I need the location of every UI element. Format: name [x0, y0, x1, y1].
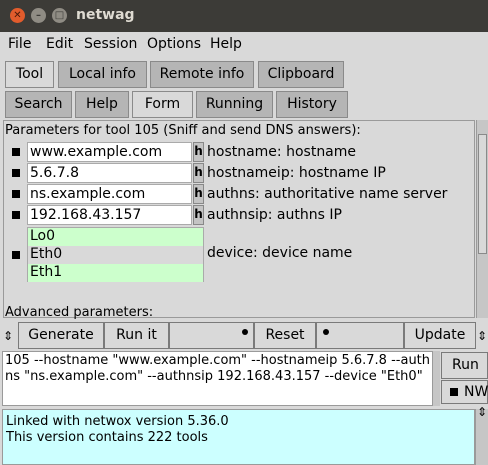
sub-tabs: Search Help Form Running History — [0, 91, 488, 119]
hostname-help-button[interactable]: h — [193, 142, 204, 162]
menu-help[interactable]: Help — [210, 36, 242, 52]
output-scrollbar[interactable]: ⇕ — [475, 406, 488, 465]
window-title: netwag — [76, 7, 135, 23]
tab-history[interactable]: History — [276, 91, 348, 118]
form-scroll-thumb[interactable] — [478, 134, 487, 254]
tab-tool[interactable]: Tool — [5, 61, 54, 88]
authnsip-help-button[interactable]: h — [193, 205, 204, 225]
tab-local-info[interactable]: Local info — [58, 61, 147, 88]
spacer-button — [169, 322, 254, 349]
authnsip-input[interactable]: 192.168.43.157 — [27, 205, 192, 225]
menu-edit[interactable]: Edit — [46, 36, 73, 52]
update-button[interactable]: Update — [404, 322, 476, 349]
device-option-eth0[interactable]: Eth0 — [28, 246, 203, 264]
output-line: Linked with netwox version 5.36.0 — [6, 414, 229, 429]
command-scrollbar[interactable] — [432, 351, 440, 406]
tab-search[interactable]: Search — [5, 91, 72, 118]
tab-form[interactable]: Form — [132, 91, 193, 118]
output-panel: Linked with netwox version 5.36.0 This v… — [2, 409, 475, 465]
output-line: This version contains 222 tools — [6, 430, 208, 445]
maximize-icon[interactable]: □ — [52, 8, 67, 23]
generate-button[interactable]: Generate — [18, 322, 104, 349]
command-textbox[interactable]: 105 --hostname "www.example.com" --hostn… — [2, 351, 433, 406]
updown-arrows-icon-2[interactable]: ⇕ — [476, 330, 488, 342]
hostname-label: hostname: hostname — [207, 144, 357, 160]
main-tabs: Tool Local info Remote info Clipboard — [0, 61, 488, 89]
minimize-icon[interactable]: – — [31, 8, 46, 23]
nw-toggle[interactable]: NW — [441, 380, 488, 404]
field-checkbox-authnsip[interactable] — [12, 211, 20, 219]
marker-dot-icon — [242, 329, 248, 335]
hostname-input[interactable]: www.example.com — [27, 142, 192, 162]
field-checkbox-authns[interactable] — [12, 190, 20, 198]
menu-options[interactable]: Options — [147, 36, 201, 52]
nw-checkbox-icon[interactable] — [450, 388, 458, 396]
hostnameip-label: hostnameip: hostname IP — [207, 165, 386, 181]
tab-help[interactable]: Help — [75, 91, 129, 118]
tab-remote-info[interactable]: Remote info — [150, 61, 254, 88]
run-it-button[interactable]: Run it — [104, 322, 169, 349]
close-icon[interactable]: ✕ — [10, 8, 25, 23]
title-bar: ✕ – □ netwag — [0, 0, 488, 32]
form-scrollbar[interactable] — [476, 120, 488, 318]
action-toolbar: ⇕ Generate Run it Reset Update ⇕ — [0, 322, 488, 350]
field-checkbox-device[interactable] — [12, 251, 20, 259]
spacer-button-2 — [316, 322, 404, 349]
run-button[interactable]: Run — [441, 352, 488, 379]
hostnameip-help-button[interactable]: h — [193, 163, 204, 183]
device-listbox[interactable]: Lo0 Eth0 Eth1 — [27, 227, 204, 282]
advanced-parameters-label: Advanced parameters: — [5, 305, 154, 320]
tab-clipboard[interactable]: Clipboard — [258, 61, 344, 88]
device-label: device: device name — [207, 245, 353, 261]
field-checkbox-hostnameip[interactable] — [12, 169, 20, 177]
resize-arrows-icon[interactable]: ⇕ — [476, 406, 488, 418]
device-option-lo0[interactable]: Lo0 — [28, 228, 203, 246]
authns-help-button[interactable]: h — [193, 184, 204, 204]
marker-dot-icon-2 — [323, 329, 329, 335]
menu-file[interactable]: File — [8, 36, 31, 52]
updown-arrows-icon[interactable]: ⇕ — [2, 330, 14, 342]
device-option-eth1[interactable]: Eth1 — [28, 264, 203, 282]
authns-label: authns: authoritative name server — [207, 186, 448, 202]
hostnameip-input[interactable]: 5.6.7.8 — [27, 163, 192, 183]
reset-button[interactable]: Reset — [254, 322, 316, 349]
authnsip-label: authnsip: authns IP — [207, 207, 342, 223]
field-checkbox-hostname[interactable] — [12, 148, 20, 156]
parameters-title: Parameters for tool 105 (Sniff and send … — [5, 123, 361, 138]
nw-label: NW — [464, 384, 488, 400]
menu-session[interactable]: Session — [84, 36, 137, 52]
tab-running[interactable]: Running — [196, 91, 273, 118]
menu-bar: File Edit Session Options Help — [0, 32, 488, 58]
authns-input[interactable]: ns.example.com — [27, 184, 192, 204]
